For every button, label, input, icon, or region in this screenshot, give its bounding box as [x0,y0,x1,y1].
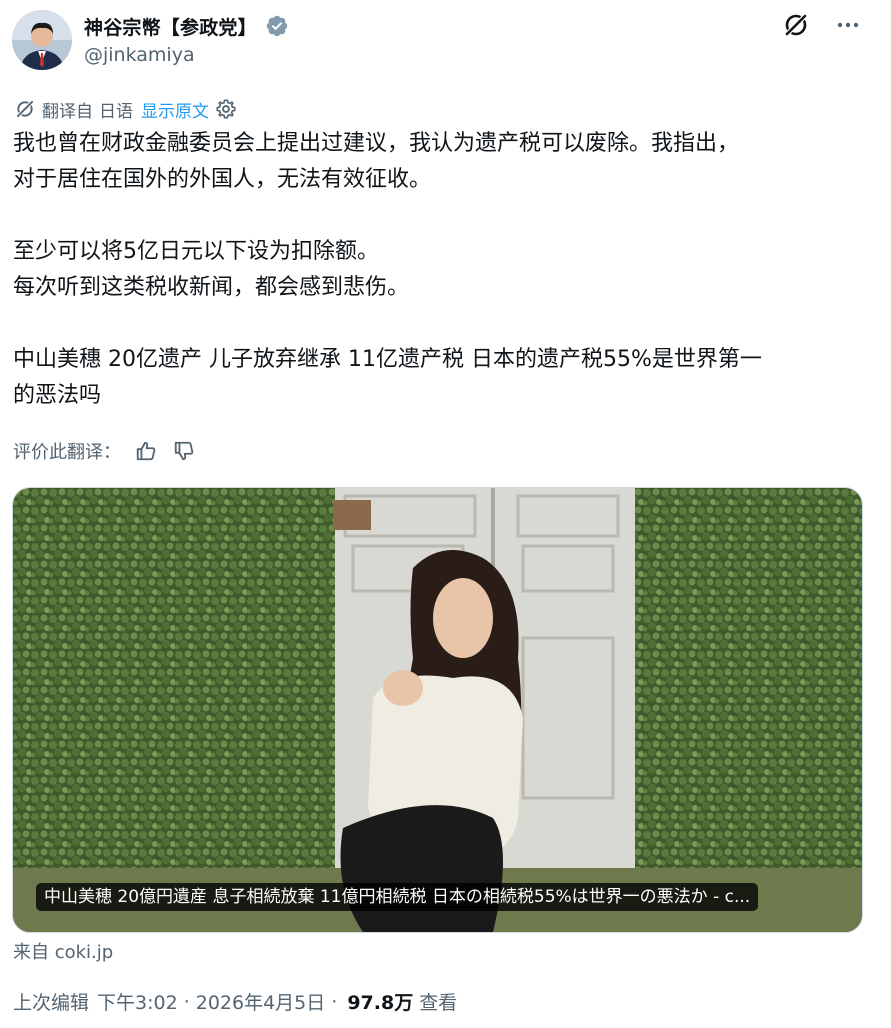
user-avatar[interactable] [12,10,72,70]
card-source[interactable]: 来自 coki.jp [13,938,113,964]
body-line: 每次听到这类税收新闻，都会感到悲伤。 [13,275,410,300]
link-card[interactable]: 中山美穂 20億円遺産 息子相続放棄 11億円相続税 日本の相続税55%は世界一… [12,487,863,933]
thumbs-down-icon[interactable] [171,438,197,464]
body-line: 至少可以将5亿日元以下设为扣除额。 [13,239,379,264]
body-line: 中山美穗 20亿遗产 儿子放弃继承 11亿遗产税 日本的遗产税55%是世界第一 [13,347,762,372]
translation-row: 翻译自 日语 显示原文 [14,97,237,122]
card-caption: 中山美穂 20億円遺産 息子相続放棄 11億円相続税 日本の相続税55%は世界一… [36,883,759,911]
separator-dot: · [183,990,190,1013]
show-original-link[interactable]: 显示原文 [141,97,209,122]
author-name-row[interactable]: 神谷宗幣【参政党】 [84,12,289,40]
card-image [13,488,862,932]
author-handle[interactable]: @jinkamiya [84,44,195,66]
rate-translation-label: 评价此翻译： [13,442,121,463]
more-icon[interactable] [833,10,863,40]
source-language: 日语 [99,101,133,122]
grok-translate-icon [15,99,35,119]
views-label: 查看 [419,992,458,1014]
grok-icon[interactable] [781,10,811,40]
tweet-time[interactable]: 下午3:02 [97,988,178,1015]
views-count: 97.8万 [347,992,414,1014]
gear-icon[interactable] [215,98,237,120]
tweet-meta: 上次编辑 下午3:02 · 2026年4月5日 · 97.8万 查看 [13,988,457,1015]
rate-translation-row: 评价此翻译： [13,436,197,466]
separator-dot: · [331,990,338,1013]
author-display-name[interactable]: 神谷宗幣【参政党】 [84,13,257,40]
body-line: 我也曾在财政金融委员会上提出过建议，我认为遗产税可以废除。我指出， [13,131,740,156]
tweet-top-actions [781,10,863,40]
body-line: 的恶法吗 [13,383,102,408]
body-line: 对于居住在国外的外国人，无法有效征收。 [13,167,432,192]
thumbs-up-icon[interactable] [133,438,159,464]
edited-label[interactable]: 上次编辑 [13,988,89,1015]
translated-from-label: 翻译自 [42,101,93,122]
tweet-date[interactable]: 2026年4月5日 [196,988,326,1015]
tweet-body: 我也曾在财政金融委员会上提出过建议，我认为遗产税可以废除。我指出， 对于居住在国… [13,126,873,414]
verified-badge-icon [266,15,288,37]
tweet-container: 神谷宗幣【参政党】 @jinkamiya 翻译自 日语 显示原文 我也曾在财政金… [0,0,891,1028]
